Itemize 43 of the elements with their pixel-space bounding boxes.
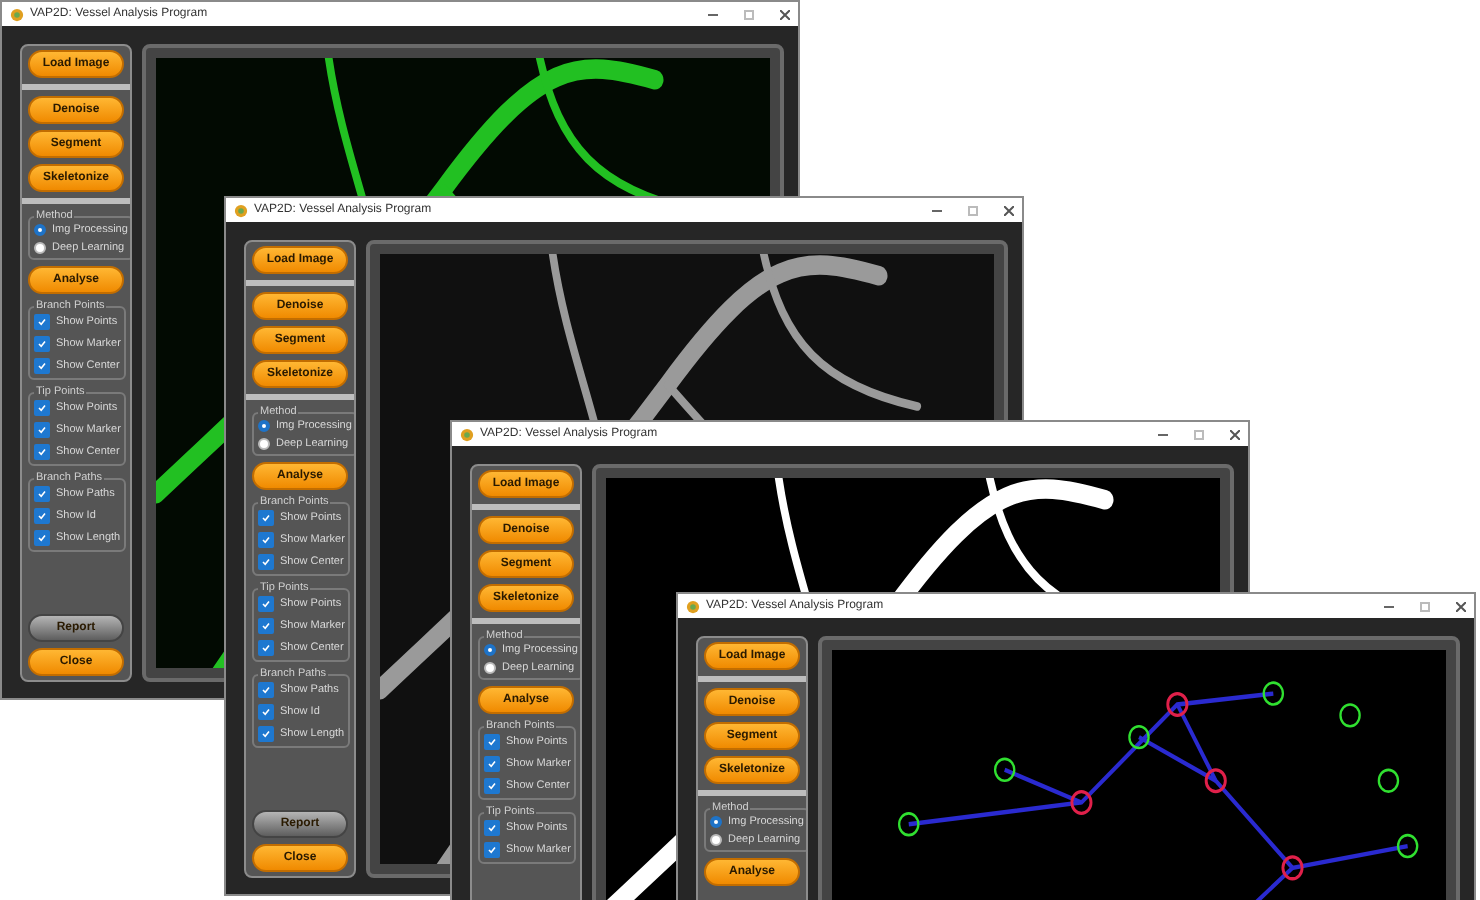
radio-button[interactable] bbox=[34, 224, 46, 236]
radio-button[interactable] bbox=[710, 816, 722, 828]
app-logo-icon bbox=[686, 599, 700, 613]
checkbox[interactable] bbox=[258, 554, 274, 570]
checkbox[interactable] bbox=[258, 704, 274, 720]
checkbox[interactable] bbox=[34, 358, 50, 374]
checkbox[interactable] bbox=[258, 596, 274, 612]
minimize-icon[interactable] bbox=[1158, 433, 1168, 435]
radio-button[interactable] bbox=[484, 662, 496, 674]
checkbox[interactable] bbox=[484, 842, 500, 858]
radio-button[interactable] bbox=[710, 834, 722, 846]
checkbox[interactable] bbox=[34, 422, 50, 438]
checkbox[interactable] bbox=[34, 508, 50, 524]
checkbox[interactable] bbox=[34, 530, 50, 546]
checkbox[interactable] bbox=[484, 820, 500, 836]
checkbox[interactable] bbox=[34, 314, 50, 330]
close-icon[interactable] bbox=[780, 9, 790, 19]
minimize-icon[interactable] bbox=[932, 209, 942, 211]
app-logo-icon bbox=[10, 7, 24, 21]
close-icon[interactable] bbox=[1004, 205, 1014, 215]
checkbox[interactable] bbox=[484, 734, 500, 750]
radio-button[interactable] bbox=[258, 438, 270, 450]
checkbox[interactable] bbox=[258, 510, 274, 526]
checkbox[interactable] bbox=[258, 640, 274, 656]
checkbox[interactable] bbox=[34, 444, 50, 460]
checkbox[interactable] bbox=[258, 618, 274, 634]
radio-button[interactable] bbox=[34, 242, 46, 254]
checkbox[interactable] bbox=[34, 486, 50, 502]
checkbox[interactable] bbox=[258, 682, 274, 698]
checkbox[interactable] bbox=[34, 400, 50, 416]
app-logo-icon bbox=[234, 203, 248, 217]
radio-button[interactable] bbox=[484, 644, 496, 656]
close-icon[interactable] bbox=[1230, 429, 1240, 439]
checkbox[interactable] bbox=[484, 778, 500, 794]
checkbox[interactable] bbox=[258, 726, 274, 742]
close-icon[interactable] bbox=[1456, 601, 1466, 611]
minimize-icon[interactable] bbox=[1384, 605, 1394, 607]
checkbox[interactable] bbox=[258, 532, 274, 548]
app-logo-icon bbox=[460, 427, 474, 441]
checkbox[interactable] bbox=[34, 336, 50, 352]
radio-button[interactable] bbox=[258, 420, 270, 432]
checkbox[interactable] bbox=[484, 756, 500, 772]
minimize-icon[interactable] bbox=[708, 13, 718, 15]
